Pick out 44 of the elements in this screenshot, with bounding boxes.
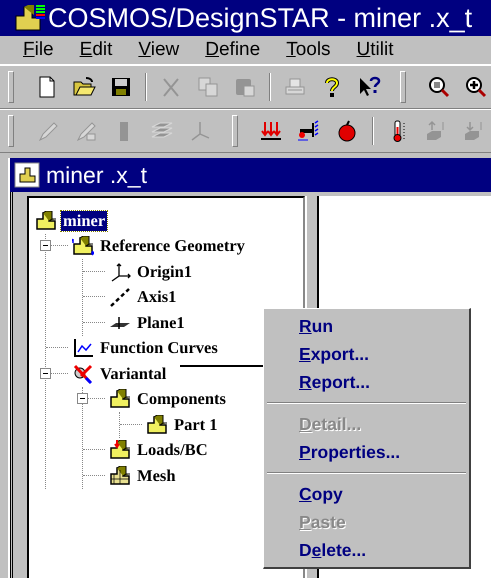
- tree-item[interactable]: Axis1: [135, 287, 178, 308]
- menu-item[interactable]: Run: [264, 312, 469, 340]
- tree-item[interactable]: Components: [135, 389, 228, 410]
- dashed-line-icon: [109, 287, 131, 308]
- app-icon: [14, 4, 46, 32]
- tree-item[interactable]: Loads/BC: [135, 440, 210, 460]
- part-icon: [146, 414, 168, 435]
- menu-item[interactable]: Properties...: [264, 438, 469, 466]
- menu-item[interactable]: Delete...: [264, 536, 469, 564]
- tree-item[interactable]: Part 1: [172, 414, 220, 435]
- menu-item[interactable]: Export...: [264, 340, 469, 368]
- collapse-button[interactable]: [40, 368, 51, 379]
- graph-icon: [72, 338, 94, 358]
- toolbar-grip[interactable]: [8, 71, 14, 103]
- part-icon: [109, 389, 131, 410]
- tree-item[interactable]: Variantal: [98, 364, 168, 384]
- document-title: miner .x_t: [46, 162, 147, 188]
- tree-item[interactable]: Origin1: [135, 262, 194, 282]
- tree-item[interactable]: Plane1: [135, 312, 187, 333]
- tree-item[interactable]: Reference Geometry: [98, 236, 247, 256]
- menu-item[interactable]: Define: [205, 39, 260, 61]
- menu-item[interactable]: File: [23, 39, 54, 61]
- part-icon: [109, 440, 131, 460]
- part-icon: [109, 466, 131, 486]
- collapse-button[interactable]: [40, 240, 51, 252]
- document-icon: [14, 162, 40, 188]
- menu-item[interactable]: Copy: [264, 480, 469, 508]
- toolbar-grip[interactable]: [400, 71, 406, 103]
- menu-item[interactable]: Tools: [286, 39, 331, 61]
- menu-item[interactable]: Edit: [80, 39, 112, 61]
- tree-item[interactable]: Mesh: [135, 466, 178, 486]
- tree-item[interactable]: Function Curves: [98, 338, 220, 358]
- tree-item[interactable]: miner: [61, 210, 108, 231]
- menu-item[interactable]: Report...: [264, 368, 469, 396]
- collapse-button[interactable]: [77, 393, 88, 404]
- part-icon: [72, 236, 94, 256]
- study-icon: [72, 364, 94, 384]
- toolbar-grip[interactable]: [232, 115, 238, 147]
- toolbar-grip[interactable]: [8, 115, 14, 147]
- menu-item[interactable]: Utilit: [356, 39, 394, 61]
- window-title: COSMOS/DesignSTAR - miner .x_t: [48, 2, 472, 34]
- axes-icon: [109, 262, 131, 282]
- part-icon: [35, 210, 57, 231]
- menu-item[interactable]: View: [138, 39, 180, 61]
